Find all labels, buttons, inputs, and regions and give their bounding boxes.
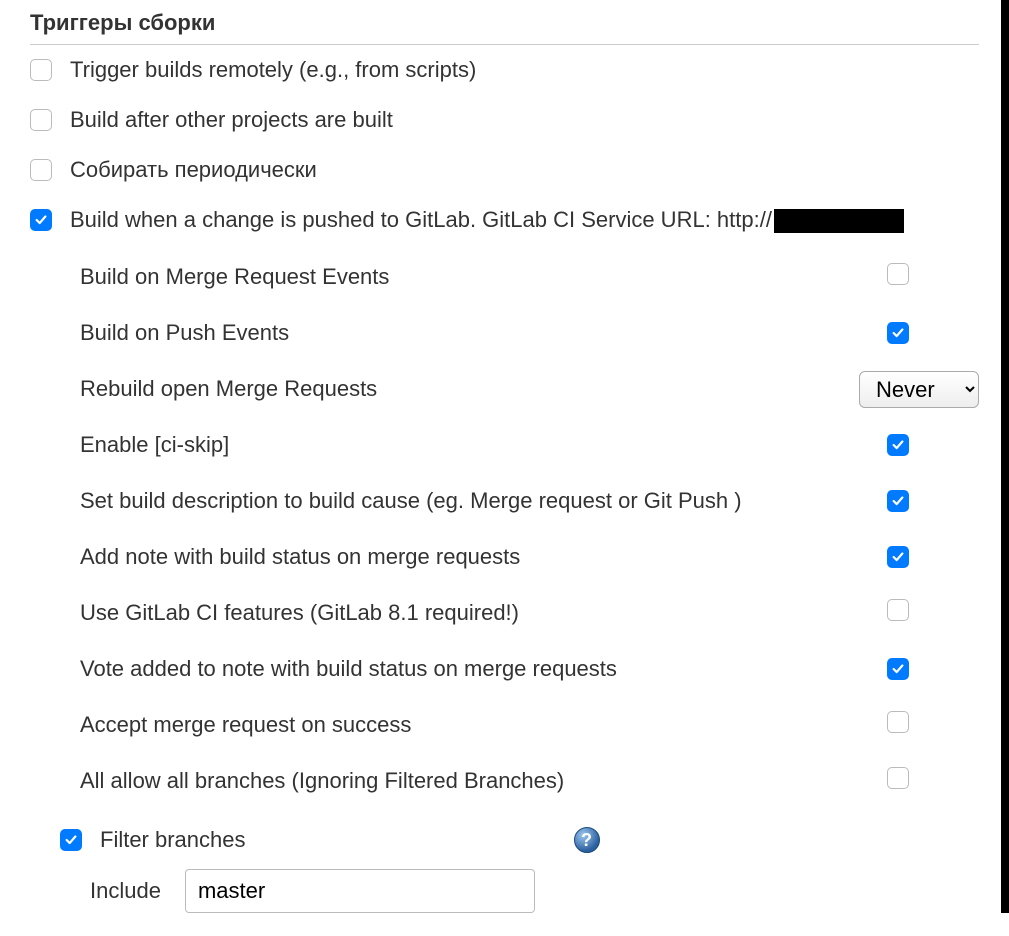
- opt-vote-note-row: Vote added to note with build status on …: [80, 643, 979, 695]
- check-icon: [891, 326, 905, 340]
- gitlab-suboptions: Build on Merge Request Events Build on P…: [80, 251, 979, 807]
- check-icon: [891, 662, 905, 676]
- opt-add-note-label: Add note with build status on merge requ…: [80, 544, 887, 570]
- trigger-after-projects-row: Build after other projects are built: [30, 107, 979, 133]
- opt-accept-mr-label: Accept merge request on success: [80, 712, 887, 738]
- trigger-remote-row: Trigger builds remotely (e.g., from scri…: [30, 57, 979, 83]
- opt-build-desc-row: Set build description to build cause (eg…: [80, 475, 979, 527]
- opt-vote-note-label: Vote added to note with build status on …: [80, 656, 887, 682]
- check-icon: [891, 550, 905, 564]
- opt-build-desc-checkbox[interactable]: [887, 490, 909, 512]
- opt-mr-events-checkbox[interactable]: [887, 263, 909, 285]
- redacted-url: [774, 209, 904, 233]
- opt-all-branches-label: All allow all branches (Ignoring Filtere…: [80, 768, 887, 794]
- section-title: Триггеры сборки: [30, 10, 979, 45]
- trigger-after-projects-checkbox[interactable]: [30, 109, 52, 131]
- trigger-periodic-label: Собирать периодически: [70, 157, 317, 183]
- opt-use-gitlab-ci-checkbox[interactable]: [887, 599, 909, 621]
- filter-include-input[interactable]: [185, 869, 535, 913]
- opt-use-gitlab-ci-row: Use GitLab CI features (GitLab 8.1 requi…: [80, 587, 979, 639]
- opt-vote-note-checkbox[interactable]: [887, 658, 909, 680]
- opt-push-events-label: Build on Push Events: [80, 320, 887, 346]
- trigger-periodic-row: Собирать периодически: [30, 157, 979, 183]
- opt-all-branches-checkbox[interactable]: [887, 767, 909, 789]
- check-icon: [64, 833, 78, 847]
- opt-use-gitlab-ci-label: Use GitLab CI features (GitLab 8.1 requi…: [80, 600, 887, 626]
- opt-ci-skip-label: Enable [ci-skip]: [80, 432, 887, 458]
- right-border: [1001, 0, 1009, 913]
- opt-build-desc-label: Set build description to build cause (eg…: [80, 488, 887, 514]
- opt-ci-skip-row: Enable [ci-skip]: [80, 419, 979, 471]
- opt-push-events-checkbox[interactable]: [887, 322, 909, 344]
- filter-branches-checkbox[interactable]: [60, 829, 82, 851]
- opt-mr-events-row: Build on Merge Request Events: [80, 251, 979, 303]
- opt-add-note-checkbox[interactable]: [887, 546, 909, 568]
- trigger-after-projects-label: Build after other projects are built: [70, 107, 393, 133]
- trigger-periodic-checkbox[interactable]: [30, 159, 52, 181]
- trigger-gitlab-label: Build when a change is pushed to GitLab.…: [70, 207, 904, 233]
- opt-accept-mr-checkbox[interactable]: [887, 711, 909, 733]
- opt-rebuild-mr-row: Rebuild open Merge Requests Never: [80, 363, 979, 415]
- trigger-gitlab-row: Build when a change is pushed to GitLab.…: [30, 207, 979, 233]
- opt-ci-skip-checkbox[interactable]: [887, 434, 909, 456]
- filter-include-label: Include: [90, 878, 161, 904]
- opt-add-note-row: Add note with build status on merge requ…: [80, 531, 979, 583]
- trigger-remote-label: Trigger builds remotely (e.g., from scri…: [70, 57, 476, 83]
- opt-mr-events-label: Build on Merge Request Events: [80, 264, 887, 290]
- check-icon: [891, 494, 905, 508]
- opt-rebuild-mr-label: Rebuild open Merge Requests: [80, 376, 859, 402]
- opt-accept-mr-row: Accept merge request on success: [80, 699, 979, 751]
- filter-include-row: Include: [90, 869, 979, 913]
- trigger-remote-checkbox[interactable]: [30, 59, 52, 81]
- filter-branches-row: Filter branches ?: [60, 827, 979, 853]
- trigger-gitlab-checkbox[interactable]: [30, 209, 52, 231]
- filter-section: Filter branches ? Include: [60, 827, 979, 913]
- opt-rebuild-mr-select[interactable]: Never: [859, 371, 979, 408]
- filter-branches-label: Filter branches: [100, 827, 246, 853]
- help-icon[interactable]: ?: [574, 827, 600, 853]
- check-icon: [891, 438, 905, 452]
- opt-push-events-row: Build on Push Events: [80, 307, 979, 359]
- check-icon: [34, 213, 48, 227]
- opt-all-branches-row: All allow all branches (Ignoring Filtere…: [80, 755, 979, 807]
